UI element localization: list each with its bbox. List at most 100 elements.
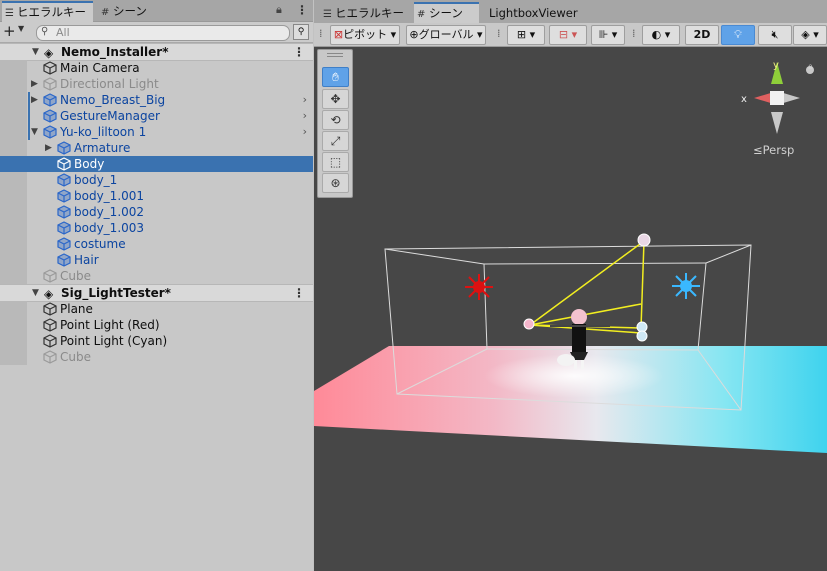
- gameobject-cube-icon: [57, 173, 71, 187]
- scene-row[interactable]: ▼ ◈ Sig_LightTester* ⋮: [0, 284, 313, 302]
- pivot-dropdown[interactable]: ⊠ピボット ▾: [330, 25, 400, 45]
- right-light-sphere-b[interactable]: [636, 330, 648, 342]
- hierarchy-item[interactable]: GestureManager ›: [0, 108, 313, 124]
- draw-mode-dropdown[interactable]: ◐ ▾: [642, 25, 680, 45]
- row-gutter: [0, 301, 27, 317]
- item-label: body_1.001: [74, 189, 145, 203]
- chevron-right-icon[interactable]: ›: [303, 92, 307, 108]
- audio-toggle-button[interactable]: 🔇︎: [758, 25, 792, 45]
- gameobject-cube-icon: [43, 93, 57, 107]
- more-menu-icon[interactable]: ⋮: [296, 3, 308, 17]
- lock-icon[interactable]: 🔒︎: [276, 3, 282, 17]
- search-filter-icon[interactable]: ⚲: [293, 24, 309, 40]
- projection-label[interactable]: ≤Persp: [753, 143, 794, 157]
- gameobject-cube-icon: [57, 141, 71, 155]
- item-label: Point Light (Cyan): [60, 334, 168, 348]
- expand-arrow-icon[interactable]: ▼: [32, 285, 42, 301]
- expand-arrow-icon[interactable]: ▶: [31, 76, 41, 92]
- chevron-right-icon[interactable]: ›: [303, 108, 307, 124]
- gameobject-cube-icon: [57, 237, 71, 251]
- expand-arrow-icon[interactable]: ▼: [31, 124, 41, 140]
- hierarchy-item[interactable]: Cube: [0, 268, 313, 284]
- global-dropdown[interactable]: ⊕グローバル ▾: [406, 25, 486, 45]
- lighting-toggle-button[interactable]: 💡︎: [721, 25, 755, 45]
- row-gutter: [0, 220, 27, 236]
- hierarchy-item[interactable]: ▶ Armature: [0, 140, 313, 156]
- add-button[interactable]: +: [3, 22, 16, 41]
- scene-name: Sig_LightTester*: [61, 286, 171, 300]
- prefab-override-bar: [28, 108, 30, 124]
- row-gutter: [0, 252, 27, 268]
- scene-row[interactable]: ▼ ◈ Nemo_Installer* ⋮: [0, 43, 313, 61]
- tab-lightbox-viewer-label: LightboxViewer: [489, 6, 578, 20]
- hierarchy-item[interactable]: Main Camera: [0, 60, 313, 76]
- item-label: Plane: [60, 302, 93, 316]
- row-gutter: [0, 124, 27, 140]
- hierarchy-item[interactable]: Cube: [0, 349, 313, 365]
- gameobject-cube-icon: [43, 77, 57, 91]
- effects-dropdown[interactable]: ◈ ▾: [793, 25, 827, 45]
- hierarchy-item[interactable]: Plane: [0, 301, 313, 317]
- global-label: グローバル: [418, 28, 474, 41]
- ruler-dropdown[interactable]: ⊪ ▾: [591, 25, 625, 45]
- add-icon: +: [3, 22, 16, 40]
- gameobject-cube-icon: [57, 253, 71, 267]
- tab-lightbox-viewer[interactable]: LightboxViewer: [486, 4, 589, 23]
- gizmo-lock-icon[interactable]: 🔒︎: [808, 62, 813, 72]
- separator-handle-icon: ⁞: [497, 27, 501, 40]
- top-light-sphere[interactable]: [637, 233, 651, 247]
- add-dropdown-icon[interactable]: ▼: [18, 24, 24, 33]
- snap-increment-dropdown[interactable]: ⊟ ▾: [549, 25, 587, 45]
- hierarchy-item[interactable]: ▶ Nemo_Breast_Big ›: [0, 92, 313, 108]
- row-gutter: [0, 188, 27, 204]
- search-placeholder: All: [56, 26, 70, 39]
- snap-icon: ⊟: [558, 28, 569, 41]
- tab-hierarchy[interactable]: ☰ ヒエラルキー: [2, 1, 93, 23]
- hierarchy-toolbar: + ▼ ⚲ All ⚲: [0, 22, 313, 43]
- globe-icon: ⊕: [409, 28, 419, 41]
- scene-menu-icon[interactable]: ⋮: [293, 285, 305, 301]
- unity-scene-icon: ◈: [44, 46, 54, 60]
- hierarchy-item[interactable]: Body: [0, 156, 313, 172]
- tab-scene-2[interactable]: # シーン: [414, 2, 479, 25]
- hierarchy-item[interactable]: Point Light (Cyan): [0, 333, 313, 349]
- list-icon: ☰: [323, 9, 332, 20]
- hierarchy-item[interactable]: body_1.001: [0, 188, 313, 204]
- hierarchy-item[interactable]: ▼ Yu-ko_liltoon 1 ›: [0, 124, 313, 140]
- expand-arrow-icon[interactable]: ▼: [32, 44, 42, 60]
- hierarchy-item[interactable]: Point Light (Red): [0, 317, 313, 333]
- grid-snap-dropdown[interactable]: ⊞ ▾: [507, 25, 545, 45]
- hierarchy-item[interactable]: costume: [0, 236, 313, 252]
- expand-arrow-icon[interactable]: ▶: [31, 92, 41, 108]
- orientation-gizmo[interactable]: [754, 62, 814, 134]
- hierarchy-item[interactable]: ▶ Directional Light: [0, 76, 313, 92]
- row-gutter: [0, 268, 27, 284]
- drag-handle-icon[interactable]: ⁞: [319, 25, 323, 43]
- hierarchy-item[interactable]: body_1.003: [0, 220, 313, 236]
- pivot-icon: ⊠: [333, 28, 344, 41]
- list-icon: ☰: [5, 8, 14, 19]
- item-label: GestureManager: [60, 109, 160, 123]
- hierarchy-item[interactable]: body_1: [0, 172, 313, 188]
- scene-menu-icon[interactable]: ⋮: [293, 44, 305, 60]
- hierarchy-tab-bar: ☰ ヒエラルキー # シーン 🔒︎ ⋮: [0, 0, 313, 23]
- scene-viewport[interactable]: y x: [314, 46, 827, 571]
- item-label: Hair: [74, 253, 99, 267]
- left-light-sphere[interactable]: [523, 318, 535, 330]
- row-gutter: [0, 333, 27, 349]
- tab-scene[interactable]: # シーン: [98, 2, 171, 21]
- tab-scene-2-label: シーン: [429, 6, 463, 20]
- search-input[interactable]: ⚲ All: [36, 25, 290, 41]
- expand-arrow-icon[interactable]: ▶: [45, 140, 55, 156]
- hierarchy-item[interactable]: body_1.002: [0, 204, 313, 220]
- hierarchy-item[interactable]: Hair: [0, 252, 313, 268]
- gameobject-cube-icon: [43, 302, 57, 316]
- chevron-right-icon[interactable]: ›: [303, 124, 307, 140]
- red-light-gizmo[interactable]: [465, 274, 493, 300]
- gameobject-cube-icon: [57, 189, 71, 203]
- cyan-light-gizmo[interactable]: [672, 273, 700, 299]
- scene-tab-bar: ☰ ヒエラルキー # シーン LightboxViewer: [314, 0, 827, 25]
- tab-hierarchy-2[interactable]: ☰ ヒエラルキー: [320, 4, 415, 23]
- toggle-2d-button[interactable]: 2D: [685, 25, 719, 45]
- gameobject-cube-icon: [57, 157, 71, 171]
